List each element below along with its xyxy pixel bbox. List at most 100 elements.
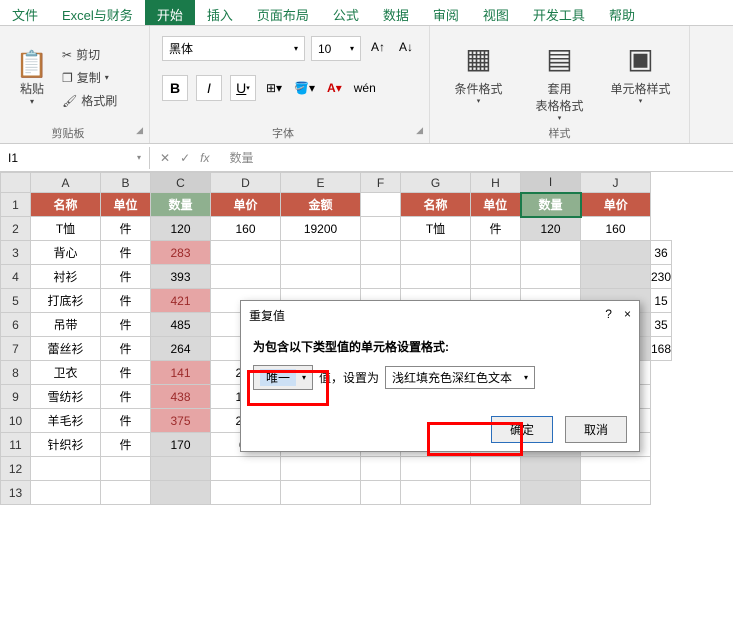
cell[interactable] xyxy=(401,457,471,481)
format-as-table-button[interactable]: ▤套用 表格格式▾ xyxy=(525,36,594,122)
cell[interactable]: 170 xyxy=(151,433,211,457)
header-cell[interactable]: 名称 xyxy=(31,193,101,217)
close-button[interactable]: × xyxy=(624,307,631,324)
cell[interactable] xyxy=(401,481,471,505)
tab-开发工具[interactable]: 开发工具 xyxy=(521,0,597,25)
border-button[interactable]: ⊞▾ xyxy=(264,79,284,97)
row-header-13[interactable]: 13 xyxy=(1,481,31,505)
cell[interactable] xyxy=(471,265,521,289)
tab-Excel与财务[interactable]: Excel与财务 xyxy=(50,0,145,25)
fx-icon[interactable]: fx xyxy=(200,151,209,165)
ok-button[interactable]: 确定 xyxy=(491,416,553,443)
tab-插入[interactable]: 插入 xyxy=(195,0,245,25)
cell[interactable] xyxy=(361,457,401,481)
cell[interactable]: 件 xyxy=(101,385,151,409)
bold-button[interactable]: B xyxy=(162,75,188,101)
increase-font-icon[interactable]: A↑ xyxy=(367,36,389,61)
format-painter-button[interactable]: 🖌格式刷 xyxy=(62,92,117,109)
name-box[interactable]: I1▾ xyxy=(0,147,150,169)
cell[interactable]: 件 xyxy=(101,433,151,457)
tab-公式[interactable]: 公式 xyxy=(321,0,371,25)
cell[interactable]: 485 xyxy=(151,313,211,337)
cell[interactable]: 件 xyxy=(101,337,151,361)
row-header-4[interactable]: 4 xyxy=(1,265,31,289)
tab-帮助[interactable]: 帮助 xyxy=(597,0,647,25)
cell[interactable]: 36 xyxy=(651,241,672,265)
header-cell[interactable]: 单价 xyxy=(211,193,281,217)
col-header-D[interactable]: D xyxy=(211,173,281,193)
cell[interactable] xyxy=(211,457,281,481)
header-cell[interactable]: 金额 xyxy=(281,193,361,217)
cell[interactable]: 141 xyxy=(151,361,211,385)
cell[interactable] xyxy=(521,457,581,481)
cell[interactable]: 19200 xyxy=(281,217,361,241)
select-all-corner[interactable] xyxy=(1,173,31,193)
col-header-E[interactable]: E xyxy=(281,173,361,193)
cell[interactable] xyxy=(211,265,281,289)
cell[interactable] xyxy=(211,241,281,265)
cell[interactable]: 160 xyxy=(581,217,651,241)
cell[interactable] xyxy=(151,457,211,481)
cell[interactable]: 件 xyxy=(101,409,151,433)
col-header-F[interactable]: F xyxy=(361,173,401,193)
cell[interactable]: 15 xyxy=(651,289,672,313)
cell[interactable]: 230 xyxy=(651,265,672,289)
pinyin-button[interactable]: wén xyxy=(352,79,378,97)
header-cell[interactable]: 数量 xyxy=(521,193,581,217)
cell[interactable] xyxy=(521,265,581,289)
col-header-C[interactable]: C xyxy=(151,173,211,193)
underline-button[interactable]: U▾ xyxy=(230,75,256,101)
cell[interactable] xyxy=(471,241,521,265)
tab-开始[interactable]: 开始 xyxy=(145,0,195,25)
cell[interactable] xyxy=(401,241,471,265)
cell[interactable] xyxy=(151,481,211,505)
cut-button[interactable]: ✂剪切 xyxy=(62,46,117,63)
cell[interactable]: T恤 xyxy=(401,217,471,241)
cell[interactable]: 针织衫 xyxy=(31,433,101,457)
cell[interactable]: 蕾丝衫 xyxy=(31,337,101,361)
accept-formula-icon[interactable]: ✓ xyxy=(180,151,190,165)
cell[interactable]: 393 xyxy=(151,265,211,289)
cell[interactable]: 打底衫 xyxy=(31,289,101,313)
copy-button[interactable]: ❐复制▾ xyxy=(62,69,117,86)
cell[interactable]: 背心 xyxy=(31,241,101,265)
header-cell[interactable]: 单价 xyxy=(581,193,651,217)
cell[interactable] xyxy=(31,457,101,481)
col-header-I[interactable]: I xyxy=(521,173,581,193)
row-header-7[interactable]: 7 xyxy=(1,337,31,361)
cell[interactable] xyxy=(281,457,361,481)
cell[interactable]: 168 xyxy=(651,337,672,361)
value-type-select[interactable]: 唯一▾ xyxy=(253,365,313,390)
row-header-1[interactable]: 1 xyxy=(1,193,31,217)
tab-文件[interactable]: 文件 xyxy=(0,0,50,25)
cell[interactable] xyxy=(361,481,401,505)
tab-审阅[interactable]: 审阅 xyxy=(421,0,471,25)
cell[interactable] xyxy=(401,265,471,289)
cell[interactable] xyxy=(211,481,281,505)
cell[interactable]: 件 xyxy=(101,313,151,337)
formula-bar[interactable]: 数量 xyxy=(219,145,263,170)
cell[interactable]: T恤 xyxy=(31,217,101,241)
tab-视图[interactable]: 视图 xyxy=(471,0,521,25)
row-header-6[interactable]: 6 xyxy=(1,313,31,337)
cell[interactable]: 件 xyxy=(101,289,151,313)
cell[interactable] xyxy=(361,193,401,217)
col-header-J[interactable]: J xyxy=(581,173,651,193)
cell[interactable]: 件 xyxy=(101,217,151,241)
cell-styles-button[interactable]: ▣单元格样式▾ xyxy=(606,36,675,122)
fill-color-button[interactable]: 🪣▾ xyxy=(292,79,317,97)
cell[interactable] xyxy=(31,481,101,505)
tab-数据[interactable]: 数据 xyxy=(371,0,421,25)
cell[interactable]: 件 xyxy=(101,361,151,385)
paste-button[interactable]: 📋 粘贴 ▾ xyxy=(8,30,56,125)
cell[interactable]: 件 xyxy=(101,241,151,265)
conditional-format-button[interactable]: ▦条件格式▾ xyxy=(444,36,513,122)
header-cell[interactable]: 单位 xyxy=(471,193,521,217)
dialog-launcher-icon[interactable]: ◢ xyxy=(416,125,423,136)
row-header-9[interactable]: 9 xyxy=(1,385,31,409)
cell[interactable]: 120 xyxy=(521,217,581,241)
cell[interactable]: 375 xyxy=(151,409,211,433)
cell[interactable] xyxy=(581,457,651,481)
cell[interactable]: 264 xyxy=(151,337,211,361)
cell[interactable]: 件 xyxy=(101,265,151,289)
